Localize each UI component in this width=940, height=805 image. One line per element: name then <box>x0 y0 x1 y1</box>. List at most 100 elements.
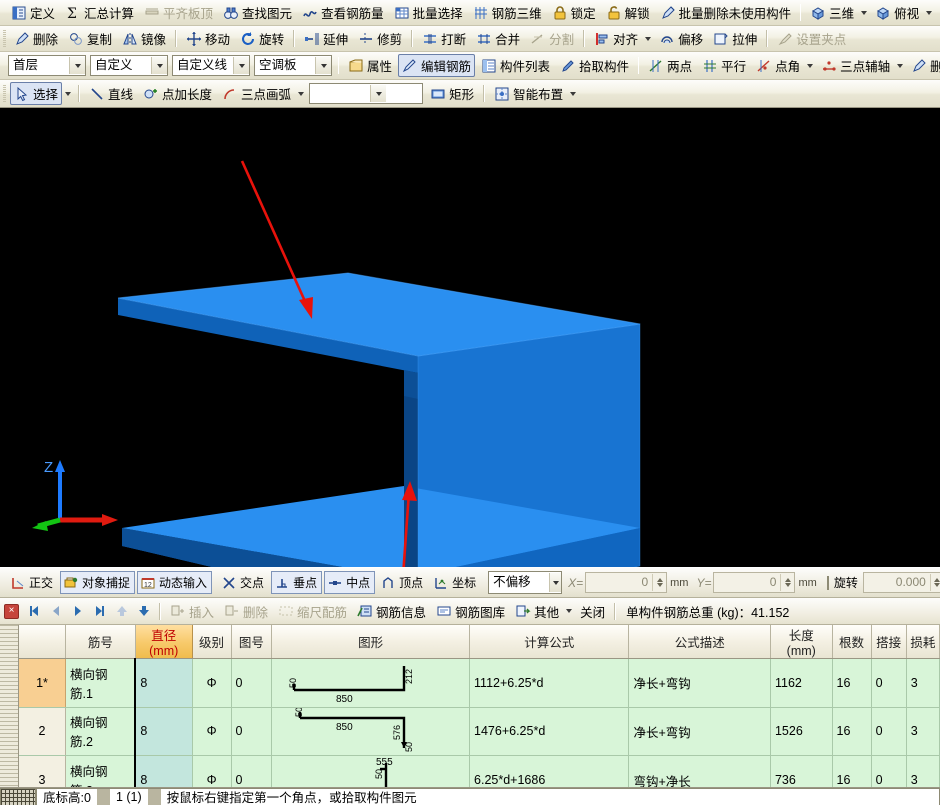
rebar-scale-button[interactable]: 缩尺配筋 <box>274 600 351 623</box>
snap-intersection[interactable]: 交点 <box>218 571 269 594</box>
toolbar-item-component-list[interactable]: 构件列表 <box>477 54 554 77</box>
spinner-buttons[interactable] <box>652 574 666 591</box>
toolbar-item-trim[interactable]: 修剪 <box>354 27 406 50</box>
chevron-down-icon[interactable] <box>861 11 867 15</box>
toolbar-item-define[interactable]: 定义 <box>7 1 59 24</box>
command-text-area[interactable]: 底标高:0 1 (1) 按鼠标右键指定第一个角点，或拾取构件图元 <box>36 788 940 805</box>
snap-midpoint[interactable]: 中点 <box>324 571 375 594</box>
toolbar-item-3d-view[interactable]: 三维 <box>806 1 858 24</box>
toolbar-item-top-view[interactable]: 俯视 <box>871 1 923 24</box>
toolbar-item-align-slab-top[interactable]: 平齐板顶 <box>140 1 217 24</box>
toolbar-item-split[interactable]: 分割 <box>526 27 578 50</box>
toolbar-item-find-element[interactable]: 查找图元 <box>219 1 296 24</box>
table-row[interactable]: 2 横向钢筋.2 8 Φ 0 50 850 <box>19 707 940 756</box>
chevron-down-icon[interactable] <box>549 573 561 592</box>
toolbar-grip[interactable] <box>3 30 6 47</box>
chevron-down-icon[interactable] <box>897 64 903 68</box>
toolbar-item-view-rebar-qty[interactable]: 查看钢筋量 <box>298 1 388 24</box>
toolbar-item-lock[interactable]: 锁定 <box>548 1 600 24</box>
col-header-length[interactable]: 长度 (mm) <box>770 625 832 659</box>
toolbar-item-line[interactable]: 直线 <box>85 82 137 105</box>
cell-bar-no[interactable]: 横向钢筋.1 <box>65 659 135 708</box>
prev-record-icon[interactable] <box>46 602 66 621</box>
cell-grade[interactable]: Φ <box>192 707 231 756</box>
last-record-icon[interactable] <box>90 602 110 621</box>
toolbar-item-delete[interactable]: 删除 <box>10 27 62 50</box>
toolbar-item-rectangle[interactable]: 矩形 <box>426 82 478 105</box>
cell-formula-desc[interactable]: 净长+弯钩 <box>629 707 771 756</box>
cell-lap[interactable]: 0 <box>871 707 906 756</box>
close-icon[interactable]: × <box>4 604 19 619</box>
toolbar-grip[interactable] <box>3 85 6 102</box>
first-record-icon[interactable] <box>24 602 44 621</box>
toolbar-item-mirror[interactable]: 镜像 <box>118 27 170 50</box>
cell-formula[interactable]: 1476+6.25*d <box>470 707 629 756</box>
toolbar-item-delete-axis[interactable]: 删除辅轴 <box>907 54 940 77</box>
toolbar-item-unlock[interactable]: 解锁 <box>602 1 654 24</box>
component-type-selector[interactable]: 自定义 <box>90 55 168 76</box>
cell-lap[interactable]: 0 <box>871 659 906 708</box>
toolbar-item-move[interactable]: 移动 <box>182 27 234 50</box>
component-subtype-selector[interactable]: 自定义线 <box>172 55 250 76</box>
rebar-library-button[interactable]: 钢筋图库 <box>432 600 509 623</box>
chevron-down-icon[interactable] <box>315 57 331 74</box>
col-header-lap[interactable]: 搭接 <box>871 625 906 659</box>
snap-vertex[interactable]: 顶点 <box>377 571 428 594</box>
col-header-grade[interactable]: 级别 <box>192 625 231 659</box>
cell-shape[interactable]: 50 212 850 <box>272 659 470 708</box>
cell-loss[interactable]: 3 <box>906 707 939 756</box>
cell-diameter[interactable]: 8 <box>135 659 192 708</box>
cell-grade[interactable]: Φ <box>192 659 231 708</box>
spinner-buttons[interactable] <box>930 574 940 591</box>
chevron-down-icon[interactable] <box>645 37 651 41</box>
cell-loss[interactable]: 3 <box>906 659 939 708</box>
toolbar-item-two-point-axis[interactable]: 两点 <box>644 54 696 77</box>
offset-mode-selector[interactable]: 不偏移 <box>488 571 562 594</box>
toolbar-item-dynamic-orbit[interactable]: 动态观察 <box>936 1 940 24</box>
col-header-fig-no[interactable]: 图号 <box>231 625 272 659</box>
toolbar-item-rebar-3d[interactable]: 钢筋三维 <box>469 1 546 24</box>
model-3d-viewport[interactable]: Z <box>0 108 940 567</box>
chevron-down-icon[interactable] <box>926 11 932 15</box>
rebar-close-button[interactable]: 关闭 <box>576 600 609 623</box>
cell-length[interactable]: 1526 <box>770 707 832 756</box>
move-down-icon[interactable] <box>134 602 154 621</box>
rebar-table[interactable]: 筋号 直径 (mm) 级别 图号 图形 计算公式 公式描述 长度 (mm) 根数… <box>0 625 940 805</box>
rebar-delete-button[interactable]: 删除 <box>220 600 272 623</box>
toolbar-item-copy[interactable]: 复制 <box>64 27 116 50</box>
rebar-insert-button[interactable]: 插入 <box>166 600 218 623</box>
toolbar-item-summary-calc[interactable]: Σ 汇总计算 <box>61 1 138 24</box>
toggle-object-snap[interactable]: 对象捕捉 <box>60 571 135 594</box>
table-row[interactable]: 1* 横向钢筋.1 8 Φ 0 50 212 850 <box>19 659 940 708</box>
floor-selector[interactable]: 首层 <box>8 55 86 76</box>
toolbar-item-parallel-axis[interactable]: 平行 <box>698 54 750 77</box>
cell-length[interactable]: 1162 <box>770 659 832 708</box>
cell-fig-no[interactable]: 0 <box>231 707 272 756</box>
cell-count[interactable]: 16 <box>832 659 871 708</box>
chevron-down-icon[interactable] <box>298 92 304 96</box>
move-up-icon[interactable] <box>112 602 132 621</box>
component-name-selector[interactable]: 空调板 <box>254 55 332 76</box>
toolbar-item-stretch[interactable]: 拉伸 <box>709 27 761 50</box>
cell-bar-no[interactable]: 横向钢筋.2 <box>65 707 135 756</box>
toolbar-item-smart-layout[interactable]: 智能布置 <box>490 82 567 105</box>
rebar-other-button[interactable]: 其他 <box>511 600 563 623</box>
toolbar-item-align[interactable]: 对齐 <box>590 27 642 50</box>
arc-mode-selector[interactable] <box>309 83 423 104</box>
row-index[interactable]: 1* <box>19 659 65 708</box>
toolbar-item-batch-select[interactable]: 批量选择 <box>390 1 467 24</box>
toolbar-item-point-angle-axis[interactable]: 点角 <box>752 54 804 77</box>
toggle-ortho[interactable]: 正交 <box>7 571 58 594</box>
toolbar-item-rotate[interactable]: 旋转 <box>236 27 288 50</box>
chevron-down-icon[interactable] <box>570 92 576 96</box>
chevron-down-icon[interactable] <box>566 609 572 613</box>
toggle-dynamic-input[interactable]: 12 动态输入 <box>137 571 212 594</box>
toolbar-item-three-point-arc[interactable]: 三点画弧 <box>218 82 295 105</box>
chevron-down-icon[interactable] <box>151 57 167 74</box>
toolbar-item-select-tool[interactable]: 选择 <box>10 82 62 105</box>
chevron-down-icon[interactable] <box>65 92 71 96</box>
row-index[interactable]: 2 <box>19 707 65 756</box>
toolbar-item-pick-component[interactable]: 拾取构件 <box>556 54 633 77</box>
x-coordinate-input[interactable]: 0 <box>585 572 667 593</box>
cell-count[interactable]: 16 <box>832 707 871 756</box>
